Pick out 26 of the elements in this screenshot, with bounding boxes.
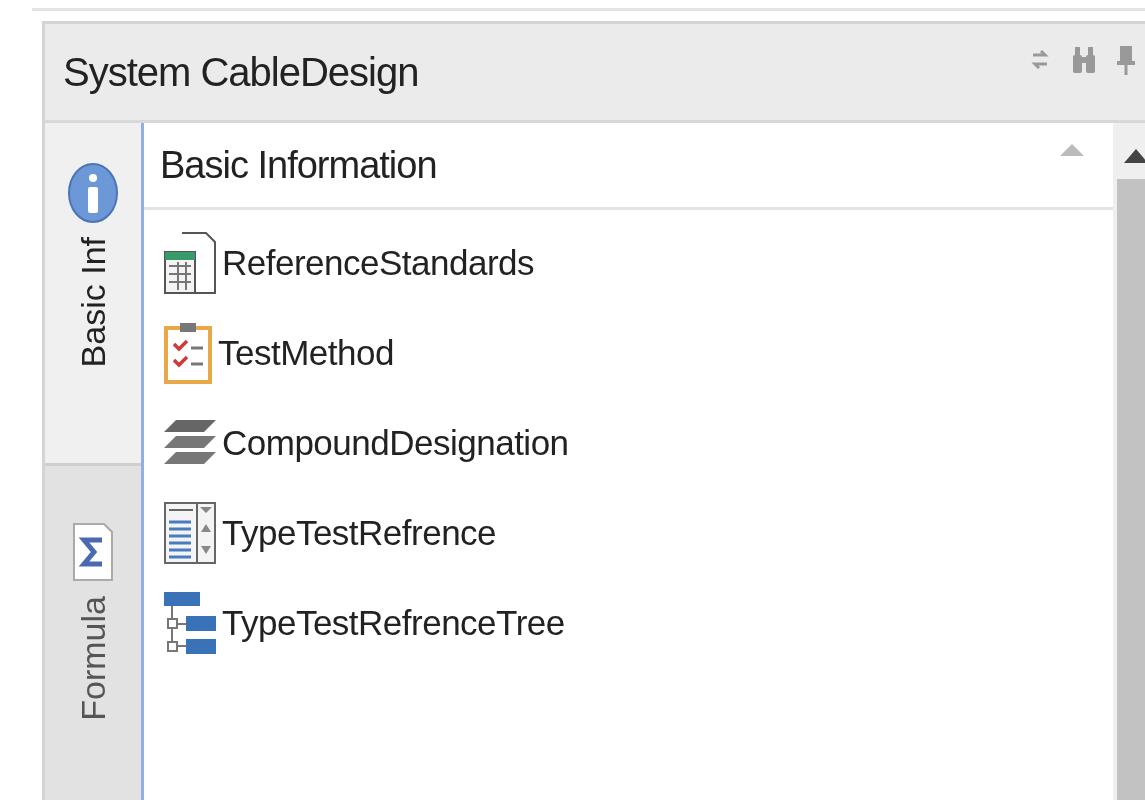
list-item[interactable]: CompoundDesignation — [164, 398, 569, 488]
list-item[interactable]: ReferenceStandards — [164, 218, 535, 308]
item-label: TestMethod — [218, 333, 394, 373]
scrollbar[interactable] — [1113, 123, 1145, 800]
list-item[interactable]: TypeTestRefrence — [164, 488, 497, 578]
item-label: TypeTestRefrenceTree — [222, 603, 565, 643]
pin-icon[interactable] — [1117, 44, 1135, 76]
tree-structure-icon — [164, 592, 216, 654]
list-box-icon — [164, 502, 216, 564]
spreadsheet-document-icon — [164, 232, 216, 294]
side-tab[interactable]: Formula — [45, 466, 141, 800]
item-label: ReferenceStandards — [222, 243, 535, 283]
clipboard-checklist-icon — [164, 322, 212, 384]
item-label: CompoundDesignation — [222, 423, 569, 463]
collapse-arrow-icon[interactable] — [1059, 143, 1085, 157]
sigma-document-icon — [72, 522, 114, 582]
binoculars-icon[interactable] — [1071, 45, 1097, 75]
item-label: TypeTestRefrence — [222, 513, 497, 553]
scrollbar-thumb[interactable] — [1117, 179, 1145, 800]
list-item[interactable]: TypeTestRefrenceTree — [164, 578, 565, 668]
section-title: Basic Information — [160, 143, 437, 187]
list-item[interactable]: TestMethod — [164, 308, 394, 398]
side-tab[interactable]: Basic Inf — [45, 123, 141, 466]
scroll-up-arrow-icon[interactable] — [1124, 149, 1145, 163]
info-icon — [68, 163, 118, 223]
panel-title: System CableDesign — [63, 49, 419, 95]
